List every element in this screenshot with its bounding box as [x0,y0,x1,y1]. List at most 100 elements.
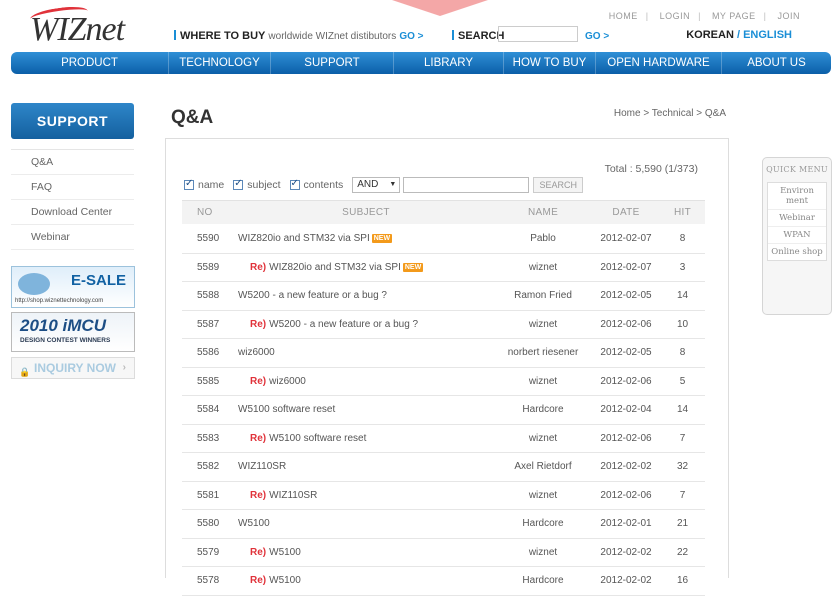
row-number: 5588 [197,290,220,302]
inquiry-now-button[interactable]: 🔒 INQUIRY NOW › [11,357,135,379]
table-row[interactable]: 5583 Re) W5100 software reset wiznet 2012-02… [182,425,705,453]
table-row[interactable]: 5590 WIZ820io and STM32 via SPI NEW Pablo 20… [182,225,705,254]
row-subject[interactable]: Re) WIZ820io and STM32 via SPI NEW [238,262,494,273]
row-hits: 8 [679,233,686,245]
row-subject[interactable]: Re) W5100 [238,547,494,558]
row-date: 2012-02-07 [600,233,652,245]
subject-link[interactable]: W5100 [269,547,301,558]
where-to-buy-go-link[interactable]: GO > [399,31,423,42]
table-body: 5590 WIZ820io and STM32 via SPI NEW Pablo 20… [182,225,705,596]
row-date: 2012-02-06 [600,432,652,444]
row-hits: 5 [679,375,686,387]
reply-marker: Re) [250,575,267,587]
row-subject[interactable]: W5200 - a new feature or a bug ? [238,290,494,301]
table-row[interactable]: 5580 W5100 Hardcore 2012-02-01 21 [182,510,705,539]
subject-checkbox[interactable] [233,178,244,190]
english-link[interactable]: ENGLISH [743,29,792,41]
imcu-title: 2010 iMCU [20,316,106,335]
join-link[interactable]: JOIN [777,11,800,21]
row-subject[interactable]: Re) W5100 [238,575,494,586]
korean-link[interactable]: KOREAN [686,29,734,41]
row-subject[interactable]: Re) W5200 - a new feature or a bug ? [238,319,494,330]
table-row[interactable]: 5588 W5200 - a new feature or a bug ? Ramo… [182,282,705,311]
row-hits: 22 [676,546,689,558]
table-row[interactable]: 5586 wiz6000 norbert riesener 2012-02-05 8 [182,339,705,368]
sidebar-item-webinar[interactable]: Webinar [11,225,134,250]
search-go-wrap: GO > [585,29,609,44]
contents-checkbox-label: contents [303,179,344,191]
row-subject[interactable]: Re) W5100 software reset [238,433,494,444]
utility-links: HOME | LOGIN | MY PAGE | JOIN [605,11,804,21]
quick-menu-online-shop[interactable]: Online shop [768,244,826,260]
quick-menu-webinar[interactable]: Webinar [768,210,826,227]
table-row[interactable]: 5587 Re) W5200 - a new feature or a bug ? w… [182,311,705,339]
quick-menu-wpan[interactable]: WPAN [768,227,826,244]
row-subject[interactable]: W5100 software reset [238,404,494,415]
contents-checkbox[interactable] [289,178,300,190]
row-hits: 14 [676,290,689,302]
row-author: norbert riesener [507,347,579,359]
subject-link[interactable]: W5200 - a new feature or a bug ? [269,319,418,330]
table-row[interactable]: 5582 WIZ110SR Axel Rietdorf 2012-02-02 32 [182,453,705,482]
row-author: wiznet [528,261,558,273]
header-search-input[interactable] [498,26,578,42]
subject-link[interactable]: WIZ820io and STM32 via SPI [238,233,370,244]
search-button[interactable]: SEARCH [533,177,584,193]
my-page-link[interactable]: MY PAGE [712,11,756,21]
search-label-wrap: SEARCH [452,29,504,43]
subject-link[interactable]: W5100 software reset [269,433,366,444]
table-row[interactable]: 5589 Re) WIZ820io and STM32 via SPI NEW wizn… [182,254,705,282]
subject-link[interactable]: WIZ110SR [269,490,317,501]
subject-link[interactable]: W5100 [269,575,301,586]
subject-link[interactable]: wiz6000 [238,347,275,358]
row-subject[interactable]: Re) WIZ110SR [238,490,494,501]
sidebar-title: SUPPORT [11,103,134,139]
name-checkbox[interactable] [184,178,194,190]
nav-product[interactable]: PRODUCT [11,52,169,74]
subject-link[interactable]: W5200 - a new feature or a bug ? [238,290,387,301]
quick-menu-title: QUICK MENU [766,165,828,174]
sidebar-item-download-center[interactable]: Download Center [11,200,134,225]
nav-support[interactable]: SUPPORT [271,52,394,74]
nav-how-to-buy[interactable]: HOW TO BUY [504,52,596,74]
subject-link[interactable]: WIZ110SR [238,461,286,472]
sidebar-item-faq[interactable]: FAQ [11,175,134,200]
home-link[interactable]: HOME [609,11,638,21]
table-header: NO SUBJECT NAME DATE HIT [182,200,705,224]
row-hits: 8 [679,347,686,359]
esale-banner[interactable]: E-SALE http://shop.wiznettechnology.com [11,266,135,308]
qa-board: Total : 5,590 (1/373) name subject conte… [165,138,729,596]
keyword-input[interactable] [403,177,530,193]
row-subject[interactable]: WIZ110SR [238,461,494,472]
subject-link[interactable]: W5100 software reset [238,404,335,415]
table-row[interactable]: 5579 Re) W5100 wiznet 2012-02-02 22 [182,539,705,567]
bar-marker [174,30,176,40]
row-subject[interactable]: WIZ820io and STM32 via SPI NEW [238,233,494,244]
row-subject[interactable]: W5100 [238,518,494,529]
nav-open-hardware[interactable]: OPEN HARDWARE [596,52,722,74]
logo-text: WIZnet [30,11,125,48]
login-link[interactable]: LOGIN [660,11,691,21]
wiznet-logo[interactable]: WIZnet [30,11,125,48]
table-row[interactable]: 5584 W5100 software reset Hardcore 2012-02-… [182,396,705,425]
nav-about-us[interactable]: ABOUT US [722,52,831,74]
imcu-banner[interactable]: 2010 iMCU DESIGN CONTEST WINNERS [11,312,135,352]
subject-link[interactable]: WIZ820io and STM32 via SPI [269,262,401,273]
row-hits: 14 [676,404,689,416]
subject-link[interactable]: W5100 [238,518,270,529]
row-number: 5584 [197,404,220,416]
nav-library[interactable]: LIBRARY [394,52,504,74]
row-subject[interactable]: wiz6000 [238,347,494,358]
table-row[interactable]: 5585 Re) wiz6000 wiznet 2012-02-06 5 [182,368,705,396]
row-number: 5589 [197,261,220,273]
search-go-link[interactable]: GO > [585,31,609,42]
imcu-subtitle: DESIGN CONTEST WINNERS [20,337,111,344]
subject-link[interactable]: wiz6000 [269,376,306,387]
sidebar-item-qa[interactable]: Q&A [11,150,134,175]
nav-technology[interactable]: TECHNOLOGY [169,52,271,74]
quick-menu-environment[interactable]: Environ ment [768,183,826,210]
table-row[interactable]: 5578 Re) W5100 Hardcore 2012-02-02 16 [182,567,705,596]
row-subject[interactable]: Re) wiz6000 [238,376,494,387]
operator-select[interactable]: AND [352,177,401,193]
table-row[interactable]: 5581 Re) WIZ110SR wiznet 2012-02-06 7 [182,482,705,510]
